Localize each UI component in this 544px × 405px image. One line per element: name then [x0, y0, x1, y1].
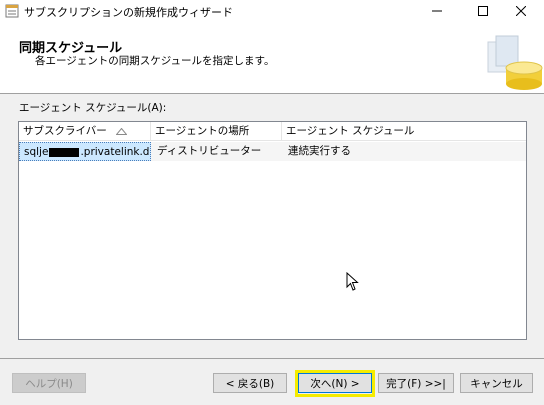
app-icon: [5, 4, 19, 18]
column-header-schedule[interactable]: エージェント スケジュール: [282, 122, 526, 141]
grid-header: サブスクライバー エージェントの場所 エージェント スケジュール: [19, 122, 526, 141]
column-header-label: サブスクライバー: [23, 125, 107, 137]
help-button[interactable]: ヘルプ(H): [12, 373, 86, 393]
title-bar[interactable]: サブスクリプションの新規作成ウィザード: [0, 0, 544, 22]
column-header-subscriber[interactable]: サブスクライバー: [19, 122, 151, 141]
schedule-cell[interactable]: 連続実行する: [282, 142, 526, 161]
close-icon: [516, 6, 526, 16]
subscriber-prefix: sqlje: [24, 146, 49, 158]
sort-ascending-icon: [115, 127, 127, 135]
back-button[interactable]: < 戻る(B): [213, 373, 287, 393]
column-header-location[interactable]: エージェントの場所: [151, 122, 282, 141]
wizard-header: 同期スケジュール 各エージェントの同期スケジュールを指定します。: [0, 22, 544, 94]
maximize-icon: [478, 6, 488, 16]
agent-schedule-grid[interactable]: サブスクライバー エージェントの場所 エージェント スケジュール sqlje .p…: [18, 121, 527, 340]
minimize-icon: [432, 10, 442, 12]
finish-button[interactable]: 完了(F) >>|: [378, 373, 454, 393]
database-icon: [487, 35, 543, 90]
window-title: サブスクリプションの新規作成ウィザード: [24, 6, 233, 19]
next-button[interactable]: 次へ(N) >: [298, 373, 372, 393]
mouse-cursor-icon: [346, 272, 359, 291]
table-row[interactable]: sqlje .privatelink.da... ディストリビューター 連続実行す…: [19, 142, 526, 161]
footer-divider: [0, 358, 544, 359]
location-cell[interactable]: ディストリビューター: [151, 142, 282, 161]
close-button[interactable]: [498, 0, 544, 22]
wizard-window: サブスクリプションの新規作成ウィザード 同期スケジュール 各エージェントの同期ス…: [0, 0, 544, 405]
subscriber-suffix: .privatelink.da...: [80, 146, 150, 158]
minimize-button[interactable]: [414, 0, 460, 22]
redaction-block: [49, 147, 80, 157]
subscriber-cell[interactable]: sqlje .privatelink.da...: [19, 142, 151, 161]
cancel-button[interactable]: キャンセル: [460, 373, 533, 393]
schedule-label: エージェント スケジュール(A):: [19, 102, 167, 114]
page-subtitle: 各エージェントの同期スケジュールを指定します。: [35, 55, 275, 67]
